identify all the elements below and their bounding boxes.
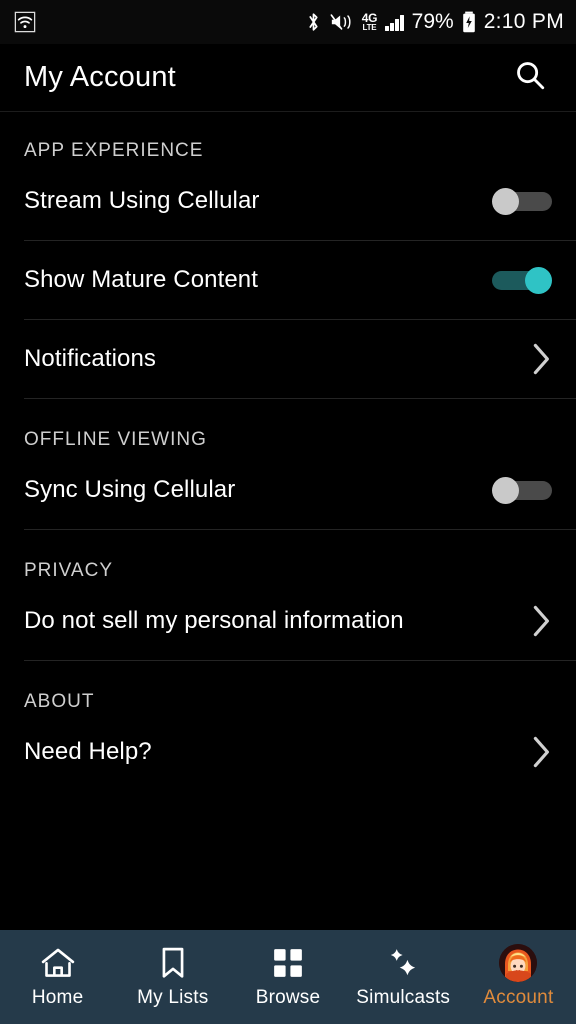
section-offline-viewing: OFFLINE VIEWING Sync Using Cellular: [0, 399, 576, 530]
setting-control-stream-using-cellular: [492, 188, 552, 215]
search-button[interactable]: [508, 56, 552, 100]
nav-item-simulcasts[interactable]: Simulcasts: [346, 930, 461, 1024]
setting-label-sync-using-cellular: Sync Using Cellular: [24, 476, 236, 503]
setting-row-do-not-sell-my-personal-information[interactable]: Do not sell my personal information: [0, 582, 576, 660]
section-header-app-experience: APP EXPERIENCE: [24, 140, 204, 161]
home-icon: [41, 946, 75, 980]
toggle-knob: [525, 267, 552, 294]
toggle-knob: [492, 477, 519, 504]
section-app-experience: APP EXPERIENCE Stream Using Cellular Sho…: [0, 112, 576, 399]
app-bar-actions: [508, 56, 552, 100]
nav-item-account[interactable]: Account: [461, 930, 576, 1024]
setting-label-show-mature-content: Show Mature Content: [24, 266, 259, 293]
wifi-icon: [14, 11, 36, 33]
chevron-right-icon: [530, 603, 552, 639]
nav-label-simulcasts: Simulcasts: [356, 986, 451, 1008]
setting-row-stream-using-cellular[interactable]: Stream Using Cellular: [0, 162, 576, 240]
setting-row-sync-using-cellular[interactable]: Sync Using Cellular: [0, 451, 576, 529]
bookmark-icon: [159, 946, 187, 980]
nav-item-home[interactable]: Home: [0, 930, 115, 1024]
section-privacy: PRIVACY Do not sell my personal informat…: [0, 530, 576, 661]
section-header-privacy: PRIVACY: [24, 560, 114, 581]
status-bar-left: [14, 11, 36, 33]
chevron-right-icon: [530, 341, 552, 377]
nav-item-browse[interactable]: Browse: [230, 930, 345, 1024]
status-bar: 4G LTE 79% 2:10 PM: [0, 0, 576, 44]
setting-control-need-help: [530, 734, 552, 770]
setting-control-show-mature-content: [492, 267, 552, 294]
grid-icon: [272, 946, 304, 980]
network-type-indicator: 4G LTE: [362, 12, 378, 32]
nav-label-home: Home: [31, 986, 84, 1008]
app-bar: My Account: [0, 44, 576, 112]
page-title: My Account: [24, 61, 176, 93]
section-header-about: ABOUT: [24, 691, 95, 712]
network-standard-label: LTE: [362, 23, 377, 32]
avatar: [499, 943, 538, 982]
battery-charging-icon: [462, 11, 476, 33]
nav-label-my-lists: My Lists: [137, 986, 209, 1008]
battery-percent-label: 79%: [411, 10, 454, 33]
toggle-sync-using-cellular[interactable]: [492, 477, 552, 504]
search-icon: [513, 58, 547, 97]
setting-control-do-not-sell-my-personal-information: [530, 603, 552, 639]
bottom-navigation-bar: Home My Lists Browse Simulcasts Account: [0, 930, 576, 1024]
account-settings-screen: 4G LTE 79% 2:10 PM My Account APP EXPERI…: [0, 0, 576, 1024]
toggle-show-mature-content[interactable]: [492, 267, 552, 294]
setting-row-notifications[interactable]: Notifications: [0, 320, 576, 398]
sparkles-icon: [386, 946, 420, 980]
signal-bars-icon: [385, 14, 404, 31]
setting-label-notifications: Notifications: [24, 345, 157, 372]
settings-list: APP EXPERIENCE Stream Using Cellular Sho…: [0, 112, 576, 930]
nav-item-my-lists[interactable]: My Lists: [115, 930, 230, 1024]
setting-control-sync-using-cellular: [492, 477, 552, 504]
bluetooth-icon: [305, 11, 322, 33]
setting-row-show-mature-content[interactable]: Show Mature Content: [0, 241, 576, 319]
avatar-icon: [499, 943, 538, 982]
chevron-right-icon: [530, 734, 552, 770]
speaker-mute-vibrate-icon: [330, 12, 354, 32]
setting-control-notifications: [530, 341, 552, 377]
setting-label-need-help: Need Help?: [24, 738, 152, 765]
toggle-stream-using-cellular[interactable]: [492, 188, 552, 215]
toggle-knob: [492, 188, 519, 215]
nav-label-account: Account: [483, 986, 554, 1008]
setting-row-need-help[interactable]: Need Help?: [0, 713, 576, 791]
setting-label-stream-using-cellular: Stream Using Cellular: [24, 187, 260, 214]
clock-label: 2:10 PM: [483, 10, 564, 33]
setting-label-do-not-sell-my-personal-information: Do not sell my personal information: [24, 607, 404, 634]
status-bar-right: 4G LTE 79% 2:10 PM: [305, 10, 564, 34]
section-header-offline-viewing: OFFLINE VIEWING: [24, 429, 207, 450]
nav-label-browse: Browse: [255, 986, 321, 1008]
section-about: ABOUT Need Help?: [0, 661, 576, 791]
